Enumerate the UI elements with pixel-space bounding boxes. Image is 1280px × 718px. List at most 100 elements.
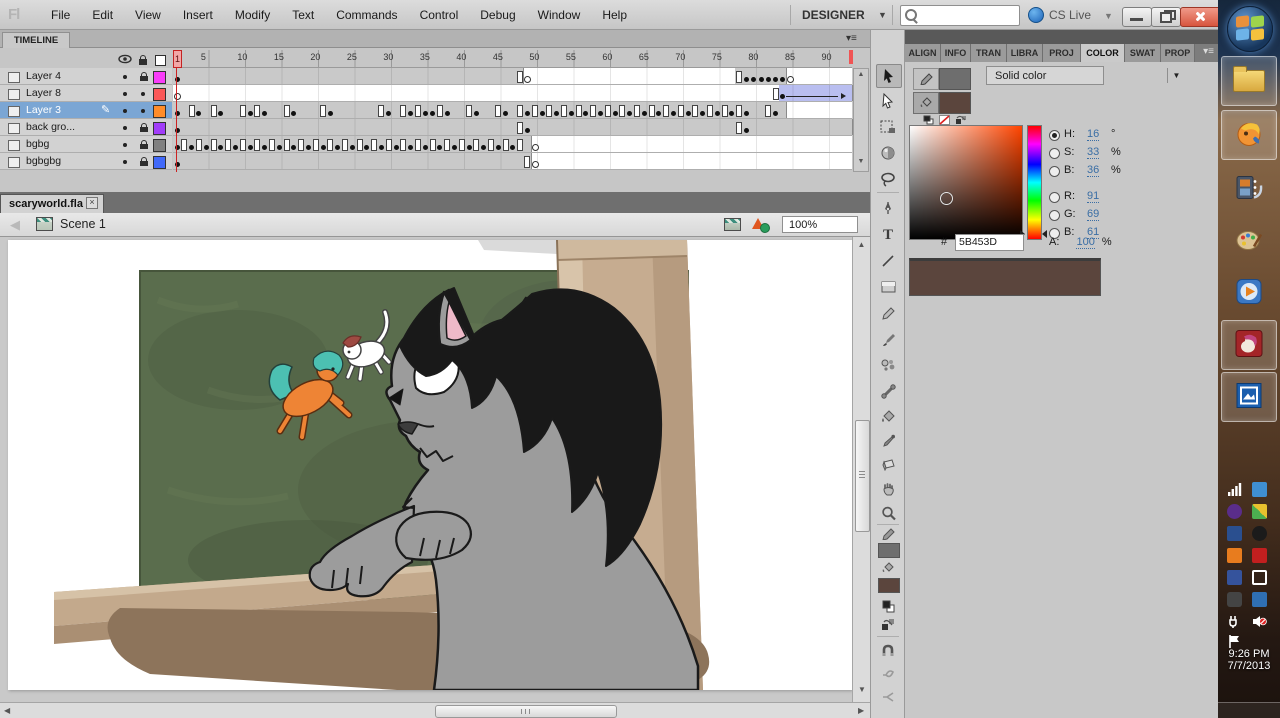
blank-keyframe[interactable] — [371, 139, 378, 151]
blank-keyframe[interactable] — [772, 88, 779, 100]
keyframe[interactable] — [393, 145, 399, 150]
blank-keyframe[interactable] — [429, 139, 436, 151]
keyframe[interactable] — [495, 145, 501, 150]
tab-close-icon[interactable]: × — [86, 197, 98, 209]
empty-keyframe[interactable] — [524, 76, 532, 83]
layer-unlocked-dot[interactable] — [141, 92, 145, 96]
java-icon[interactable] — [1227, 548, 1242, 563]
keyframe[interactable] — [743, 111, 749, 116]
blank-keyframe[interactable] — [458, 139, 465, 151]
layer-color-swatch[interactable] — [153, 71, 166, 84]
fill-color-swatch[interactable] — [878, 578, 900, 593]
empty-keyframe[interactable] — [787, 76, 795, 83]
taskbar-firefox-pony-button[interactable] — [1221, 110, 1277, 160]
radio-button[interactable] — [1049, 210, 1060, 221]
frame-span[interactable] — [173, 119, 853, 135]
sync-icon[interactable] — [1227, 570, 1242, 585]
keyframe[interactable] — [758, 77, 764, 82]
blank-keyframe[interactable] — [436, 105, 443, 117]
minimize-button[interactable] — [1122, 7, 1152, 27]
hand-tool[interactable] — [876, 478, 900, 500]
taskbar-photoviewer-button[interactable] — [1221, 372, 1277, 422]
black-white-icon[interactable] — [876, 598, 900, 614]
adobe-updater-icon[interactable] — [1252, 548, 1267, 563]
blank-keyframe[interactable] — [604, 105, 611, 117]
keyframe[interactable] — [451, 145, 457, 150]
menu-text[interactable]: Text — [281, 0, 325, 30]
timeline-vertical-scrollbar[interactable]: ▲ ▼ — [853, 68, 869, 172]
blank-keyframe[interactable] — [502, 139, 509, 151]
camera-icon[interactable] — [1227, 592, 1242, 607]
keyframe[interactable] — [378, 145, 384, 150]
layer-row-6[interactable]: bgbgbg — [0, 153, 172, 170]
empty-keyframe[interactable] — [531, 161, 539, 168]
close-button[interactable] — [1180, 7, 1222, 27]
swap-colors-icon[interactable] — [955, 114, 966, 124]
blank-keyframe[interactable] — [239, 139, 246, 151]
blank-keyframe[interactable] — [385, 139, 392, 151]
menu-insert[interactable]: Insert — [172, 0, 224, 30]
blank-keyframe[interactable] — [736, 122, 743, 134]
color-gradient-picker[interactable] — [909, 125, 1023, 240]
eyedropper-tool[interactable] — [876, 430, 900, 452]
layer-color-swatch[interactable] — [153, 156, 166, 169]
keyframe[interactable] — [203, 145, 209, 150]
keyframe[interactable] — [466, 145, 472, 150]
pasteboard[interactable] — [0, 237, 870, 702]
blank-keyframe[interactable] — [663, 105, 670, 117]
layer-color-swatch[interactable] — [153, 105, 166, 118]
blank-keyframe[interactable] — [517, 71, 524, 83]
blank-keyframe[interactable] — [531, 105, 538, 117]
keyframe[interactable] — [473, 111, 479, 116]
keyframe[interactable] — [422, 111, 428, 116]
nvidia-icon[interactable] — [1252, 504, 1267, 519]
color-component-value[interactable]: 36 — [1087, 164, 1100, 177]
selection-tool[interactable] — [876, 64, 902, 88]
cs-live-button[interactable]: CS Live — [1028, 7, 1091, 23]
zoom-level-dropdown[interactable]: 100% ▼ — [782, 216, 858, 233]
eye-icon[interactable] — [118, 53, 132, 65]
keyframe[interactable] — [714, 111, 720, 116]
blank-keyframe[interactable] — [283, 105, 290, 117]
keyframe[interactable] — [247, 145, 253, 150]
timeline-ruler[interactable]: 1 5 10 15 20 25 30 35 40 45 50 55 60 65 70 75 80 85 90 — [173, 50, 853, 68]
rectangle-tool[interactable] — [876, 276, 900, 298]
menu-help[interactable]: Help — [591, 0, 638, 30]
layer-row-3[interactable]: Layer 3 ✎ — [0, 102, 172, 119]
layer-visible-dot[interactable] — [123, 160, 127, 164]
blank-keyframe[interactable] — [298, 139, 305, 151]
blank-keyframe[interactable] — [225, 139, 232, 151]
text-tool[interactable]: T — [876, 224, 900, 246]
blank-keyframe[interactable] — [736, 71, 743, 83]
layer-color-swatch[interactable] — [153, 122, 166, 135]
radio-button[interactable] — [1049, 130, 1060, 141]
blank-keyframe[interactable] — [320, 105, 327, 117]
menu-window[interactable]: Window — [527, 0, 592, 30]
canvas-hscroll-thumb[interactable] — [435, 705, 617, 718]
layer-lock-icon[interactable] — [140, 123, 148, 132]
playhead[interactable]: 1 — [173, 50, 182, 68]
stroke-color-icon[interactable] — [876, 527, 900, 541]
layer-frames-1[interactable] — [173, 68, 852, 85]
blank-keyframe[interactable] — [400, 105, 407, 117]
blank-keyframe[interactable] — [487, 139, 494, 151]
blank-keyframe[interactable] — [444, 139, 451, 151]
layer-visible-dot[interactable] — [123, 109, 127, 113]
fill-color-button[interactable] — [913, 92, 939, 114]
color-component-value[interactable]: 16 — [1087, 128, 1100, 141]
blank-keyframe[interactable] — [495, 105, 502, 117]
panel-menu-icon[interactable]: ▾≡ — [1203, 46, 1214, 57]
menu-modify[interactable]: Modify — [224, 0, 281, 30]
blank-keyframe[interactable] — [692, 105, 699, 117]
outline-icon[interactable] — [155, 55, 166, 66]
radio-button[interactable] — [1049, 166, 1060, 177]
clock[interactable]: 9:26 PM 7/7/2013 — [1218, 648, 1280, 672]
tab-libra[interactable]: LIBRA — [1007, 44, 1043, 62]
subselection-tool[interactable] — [876, 90, 900, 112]
layer-lock-icon[interactable] — [140, 140, 148, 149]
blank-keyframe[interactable] — [546, 105, 553, 117]
layer-lock-icon[interactable] — [140, 72, 148, 81]
keyframe[interactable] — [524, 128, 530, 133]
blank-keyframe[interactable] — [721, 105, 728, 117]
keyframe[interactable] — [232, 145, 238, 150]
